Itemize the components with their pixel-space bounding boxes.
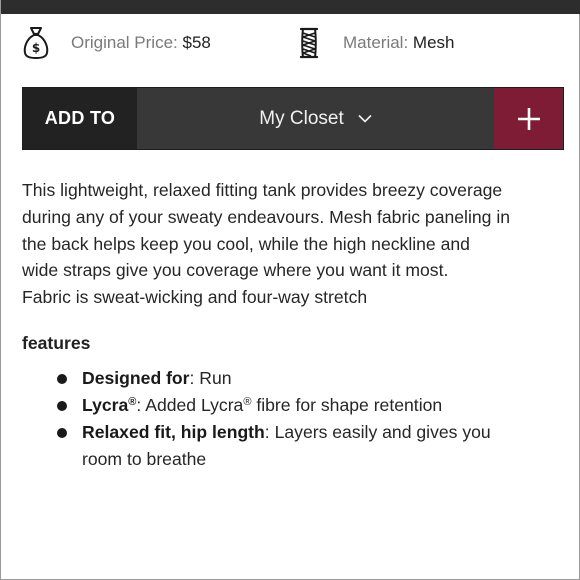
add-button[interactable] [494, 88, 563, 149]
bullet [57, 374, 67, 384]
description-line: wide straps give you coverage where you … [22, 260, 449, 281]
feature-item: Designed for: Run [22, 365, 542, 392]
price-label: Original Price: [71, 33, 178, 52]
features-heading: features [22, 333, 91, 353]
add-to-label: ADD TO [23, 88, 137, 149]
plus-icon [517, 107, 540, 130]
money-bag-icon: $ [21, 26, 51, 60]
svg-text:$: $ [32, 41, 40, 55]
fabric-spool-icon [294, 26, 324, 60]
feature-text: room to breathe [82, 449, 207, 469]
description-line: during any of your sweaty endeavours. Me… [22, 206, 511, 227]
add-to-closet-bar: ADD TO My Closet [22, 87, 564, 150]
material-value: Mesh [412, 33, 455, 52]
price-value: $58 [182, 33, 211, 52]
feature-text: : Run [189, 368, 232, 388]
feature-item: Relaxed fit, hip length: Layers easily a… [22, 419, 542, 473]
chevron-down-icon [358, 114, 372, 123]
product-description: This lightweight, relaxed fitting tank p… [22, 177, 567, 311]
feature-item: Lycra®: Added Lycra® fibre for shape ret… [22, 392, 542, 419]
features-list: Designed for: Run Lycra®: Added Lycra® f… [22, 365, 542, 473]
feature-text: : Layers easily and gives you [264, 422, 491, 442]
top-bar [1, 0, 580, 14]
feature-title: Lycra [82, 395, 129, 415]
feature-text: : Added Lycra [136, 395, 244, 415]
description-line: This lightweight, relaxed fitting tank p… [22, 180, 503, 200]
description-line: Fabric is sweat-wicking and four-way str… [22, 287, 368, 308]
bullet [57, 428, 67, 438]
closet-select-dropdown[interactable]: My Closet [137, 88, 494, 149]
material-label: Material: [343, 33, 409, 52]
original-price: $ Original Price: $58 [21, 24, 211, 62]
description-line: the back helps keep you cool, while the … [22, 233, 470, 254]
bullet [57, 401, 67, 411]
material: Material: Mesh [294, 24, 455, 62]
closet-select-value: My Closet [259, 107, 344, 129]
feature-title: Relaxed fit, hip length [82, 422, 265, 442]
feature-text: fibre for shape retention [251, 395, 443, 415]
feature-title: Designed for [82, 368, 190, 388]
product-meta-row: $ Original Price: $58 Material: Mesh [1, 24, 580, 62]
